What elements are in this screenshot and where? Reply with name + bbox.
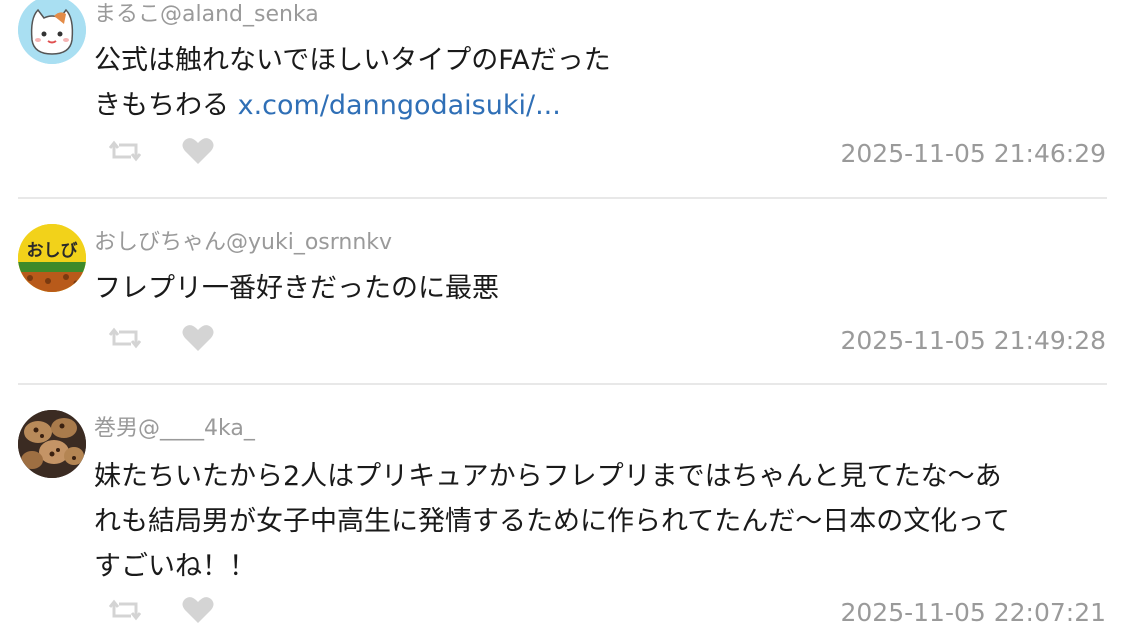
post-text-line: きもちわる x.com/danngodaisuki/...	[94, 83, 1094, 128]
retweet-button[interactable]	[108, 595, 142, 625]
heart-icon	[182, 325, 214, 351]
handle: @aland_senka	[160, 2, 319, 27]
like-button[interactable]	[181, 323, 215, 353]
post-text: 妹たちいたから2人はプリキュアからフレプリまではちゃんと見てたな〜あ れも結局男…	[94, 454, 1094, 589]
display-name: 巻男	[94, 416, 139, 441]
post-text-line: れも結局男が女子中高生に発情するために作られてたんだ〜日本の文化って	[94, 506, 1010, 537]
retweet-button[interactable]	[108, 136, 142, 166]
cookies-avatar-icon[interactable]	[18, 410, 86, 478]
post-text-line: 公式は触れないでほしいタイプのFAだった	[94, 45, 611, 76]
post-2: おしび おしびちゃん@yuki_osrnnkv フレプリ一番好きだったのに最悪 …	[0, 198, 1125, 384]
author-name[interactable]: おしびちゃん@yuki_osrnnkv	[94, 229, 392, 257]
post-text-line: 妹たちいたから2人はプリキュアからフレプリまではちゃんと見てたな〜あ	[94, 461, 1002, 492]
post-text-line: フレプリ一番好きだったのに最悪	[94, 273, 499, 304]
post-text: 公式は触れないでほしいタイプのFAだった きもちわる x.com/danngod…	[94, 38, 1094, 128]
author-name[interactable]: 巻男@____4ka_	[94, 415, 255, 443]
retweet-icon	[109, 140, 141, 162]
post-timestamp: 2025-11-05 21:49:28	[840, 326, 1106, 355]
author-name[interactable]: まるこ@aland_senka	[94, 1, 319, 29]
handle: @yuki_osrnnkv	[226, 230, 393, 255]
heart-icon	[182, 138, 214, 164]
like-button[interactable]	[181, 136, 215, 166]
handle: @____4ka_	[138, 416, 255, 441]
display-name: まるこ	[94, 2, 161, 27]
avatar-label: おしび	[27, 241, 78, 261]
like-button[interactable]	[181, 595, 215, 625]
retweet-icon	[109, 327, 141, 349]
post-1: まるこ@aland_senka 公式は触れないでほしいタイプのFAだった きもち…	[0, 0, 1125, 198]
post-text-segment: きもちわる	[94, 90, 238, 121]
post-text-line: すごいね！！	[94, 551, 256, 582]
post-timestamp: 2025-11-05 22:07:21	[840, 598, 1106, 627]
post-link[interactable]: x.com/danngodaisuki/...	[238, 90, 561, 121]
retweet-button[interactable]	[108, 323, 142, 353]
cat-avatar-icon[interactable]	[18, 0, 86, 64]
display-name: おしびちゃん	[94, 230, 227, 255]
heart-icon	[182, 597, 214, 623]
retweet-icon	[109, 599, 141, 621]
post-timestamp: 2025-11-05 21:46:29	[840, 139, 1106, 168]
post-3: 巻男@____4ka_ 妹たちいたから2人はプリキュアからフレプリまではちゃんと…	[0, 384, 1125, 636]
post-text: フレプリ一番好きだったのに最悪	[94, 266, 1094, 311]
curry-avatar-icon[interactable]: おしび	[18, 224, 86, 292]
